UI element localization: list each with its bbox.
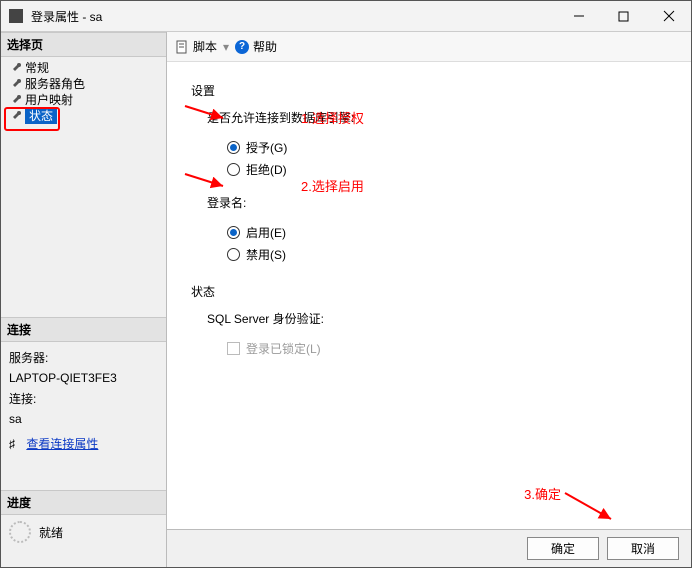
radio-deny-label: 拒绝(D)	[246, 161, 287, 178]
nav-label: 用户映射	[25, 91, 73, 108]
right-panel: 脚本 ▾ ? 帮助 设置 是否允许连接到数据库引擎: 授予(G) 拒绝(D)	[167, 32, 691, 567]
nav-label: 状态	[25, 107, 57, 124]
view-connection-properties-link[interactable]: 查看连接属性	[26, 437, 98, 451]
minimize-button[interactable]	[556, 1, 601, 31]
wrench-icon	[9, 61, 21, 73]
server-value: LAPTOP-QIET3FE3	[9, 368, 158, 388]
nav-item-user-mapping[interactable]: 用户映射	[5, 91, 166, 107]
connection-info: 服务器: LAPTOP-QIET3FE3 连接: sa ♯ 查看连接属性	[1, 342, 166, 460]
footer: 确定 取消	[167, 529, 691, 567]
nav-label: 服务器角色	[25, 75, 85, 92]
login-heading: 登录名:	[207, 194, 667, 211]
ok-button-label: 确定	[551, 540, 575, 557]
nav-item-server-roles[interactable]: 服务器角色	[5, 75, 166, 91]
cancel-button-label: 取消	[631, 540, 655, 557]
script-icon	[175, 40, 189, 54]
script-button[interactable]: 脚本	[193, 38, 217, 55]
window-buttons	[556, 1, 691, 31]
page-nav: 常规 服务器角色 用户映射 状态	[1, 57, 166, 123]
nav-item-status[interactable]: 状态	[5, 107, 166, 123]
titlebar: 登录属性 - sa	[1, 1, 691, 31]
dialog-window: 登录属性 - sa 选择页 常规 服务器角	[0, 0, 692, 568]
nav-label: 常规	[25, 59, 49, 76]
annotation-arrow-3	[561, 489, 621, 525]
ok-button[interactable]: 确定	[527, 537, 599, 560]
wrench-icon	[9, 93, 21, 105]
progress-header: 进度	[1, 490, 166, 515]
progress-status: 就绪	[39, 524, 63, 541]
connection-header: 连接	[1, 317, 166, 342]
window-title: 登录属性 - sa	[31, 8, 102, 25]
radio-disable-label: 禁用(S)	[246, 246, 286, 263]
radio-disable[interactable]	[227, 248, 240, 261]
app-icon	[9, 9, 23, 23]
toolbar: 脚本 ▾ ? 帮助	[167, 32, 691, 62]
left-panel: 选择页 常规 服务器角色 用户映射 状态	[1, 32, 167, 567]
dropdown-arrow-icon[interactable]: ▾	[223, 40, 229, 54]
wrench-icon	[9, 77, 21, 89]
radio-grant[interactable]	[227, 141, 240, 154]
radio-grant-label: 授予(G)	[246, 139, 287, 156]
progress-body: 就绪	[1, 515, 166, 549]
maximize-button[interactable]	[601, 1, 646, 31]
radio-enable-label: 启用(E)	[246, 224, 286, 241]
help-button[interactable]: 帮助	[253, 38, 277, 55]
radio-deny[interactable]	[227, 163, 240, 176]
annotation-text-3: 3.确定	[524, 484, 561, 503]
dialog-body: 选择页 常规 服务器角色 用户映射 状态	[1, 31, 691, 567]
cancel-button[interactable]: 取消	[607, 537, 679, 560]
content-area: 设置 是否允许连接到数据库引擎: 授予(G) 拒绝(D) 登录名:	[167, 62, 691, 529]
progress-spinner-icon	[9, 521, 31, 543]
annotation-arrow-2	[183, 170, 231, 194]
wrench-icon	[9, 109, 21, 121]
permission-question: 是否允许连接到数据库引擎:	[207, 109, 667, 126]
sql-auth-label: SQL Server 身份验证:	[207, 310, 667, 327]
server-label: 服务器:	[9, 348, 158, 368]
radio-enable[interactable]	[227, 226, 240, 239]
status-heading: 状态	[191, 283, 667, 300]
nav-item-general[interactable]: 常规	[5, 59, 166, 75]
connection-value: sa	[9, 409, 158, 429]
checkbox-locked	[227, 342, 240, 355]
settings-heading: 设置	[191, 82, 667, 99]
close-button[interactable]	[646, 1, 691, 31]
help-icon[interactable]: ?	[235, 40, 249, 54]
properties-icon: ♯	[9, 434, 23, 454]
select-pages-header: 选择页	[1, 32, 166, 57]
checkbox-locked-label: 登录已锁定(L)	[246, 340, 321, 357]
connection-label: 连接:	[9, 389, 158, 409]
